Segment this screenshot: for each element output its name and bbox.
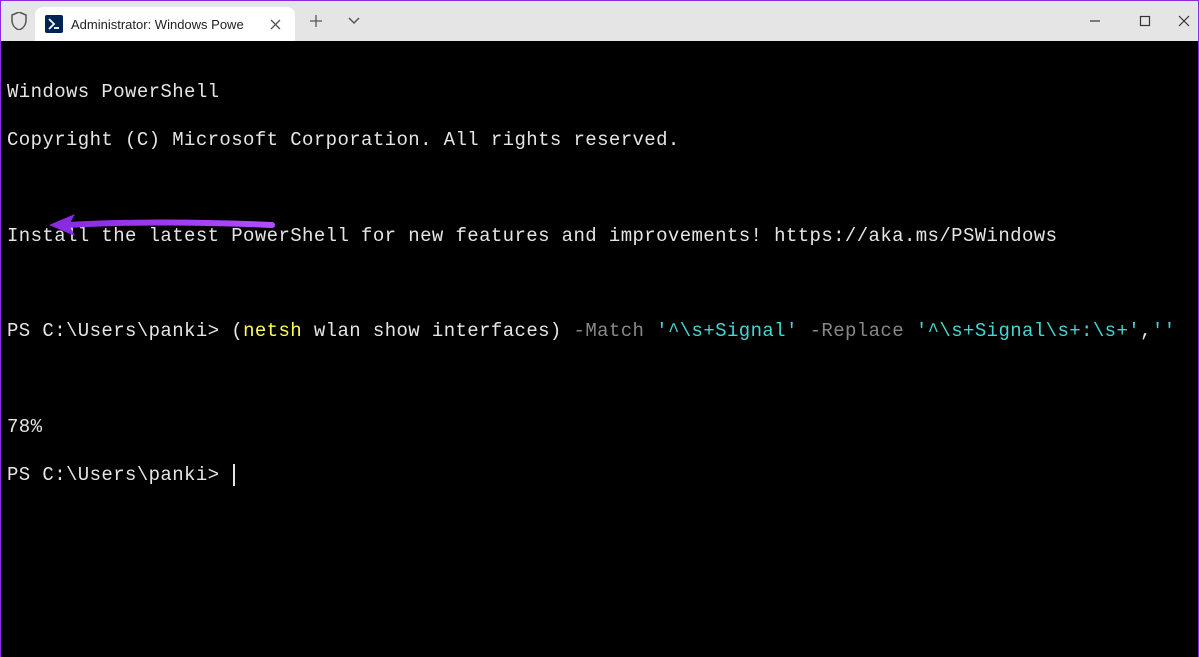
tab-bar: Administrator: Windows Powe: [1, 1, 1198, 41]
tab-powershell[interactable]: Administrator: Windows Powe: [35, 7, 295, 41]
terminal-blank: [7, 177, 1192, 201]
terminal-prompt-line: PS C:\Users\panki>: [7, 464, 1192, 488]
prompt: PS C:\Users\panki>: [7, 320, 231, 342]
minimize-button[interactable]: [1070, 1, 1120, 41]
prompt: PS C:\Users\panki>: [7, 464, 231, 486]
terminal-blank: [7, 368, 1192, 392]
terminal-line: Install the latest PowerShell for new fe…: [7, 225, 1192, 249]
tab-dropdown-button[interactable]: [337, 4, 371, 38]
new-tab-button[interactable]: [299, 4, 333, 38]
close-window-button[interactable]: [1170, 1, 1198, 41]
terminal-command-line: PS C:\Users\panki> (netsh wlan show inte…: [7, 320, 1192, 344]
maximize-button[interactable]: [1120, 1, 1170, 41]
terminal-line: Copyright (C) Microsoft Corporation. All…: [7, 129, 1192, 153]
terminal-blank: [7, 272, 1192, 296]
text-cursor: [233, 464, 235, 486]
close-tab-button[interactable]: [265, 14, 285, 34]
tab-title: Administrator: Windows Powe: [71, 17, 261, 32]
window-controls: [1070, 1, 1198, 41]
terminal-line: Windows PowerShell: [7, 81, 1192, 105]
terminal-body[interactable]: Windows PowerShell Copyright (C) Microso…: [1, 41, 1198, 657]
powershell-icon: [45, 15, 63, 33]
terminal-output: 78%: [7, 416, 1192, 440]
shield-icon: [9, 11, 29, 31]
